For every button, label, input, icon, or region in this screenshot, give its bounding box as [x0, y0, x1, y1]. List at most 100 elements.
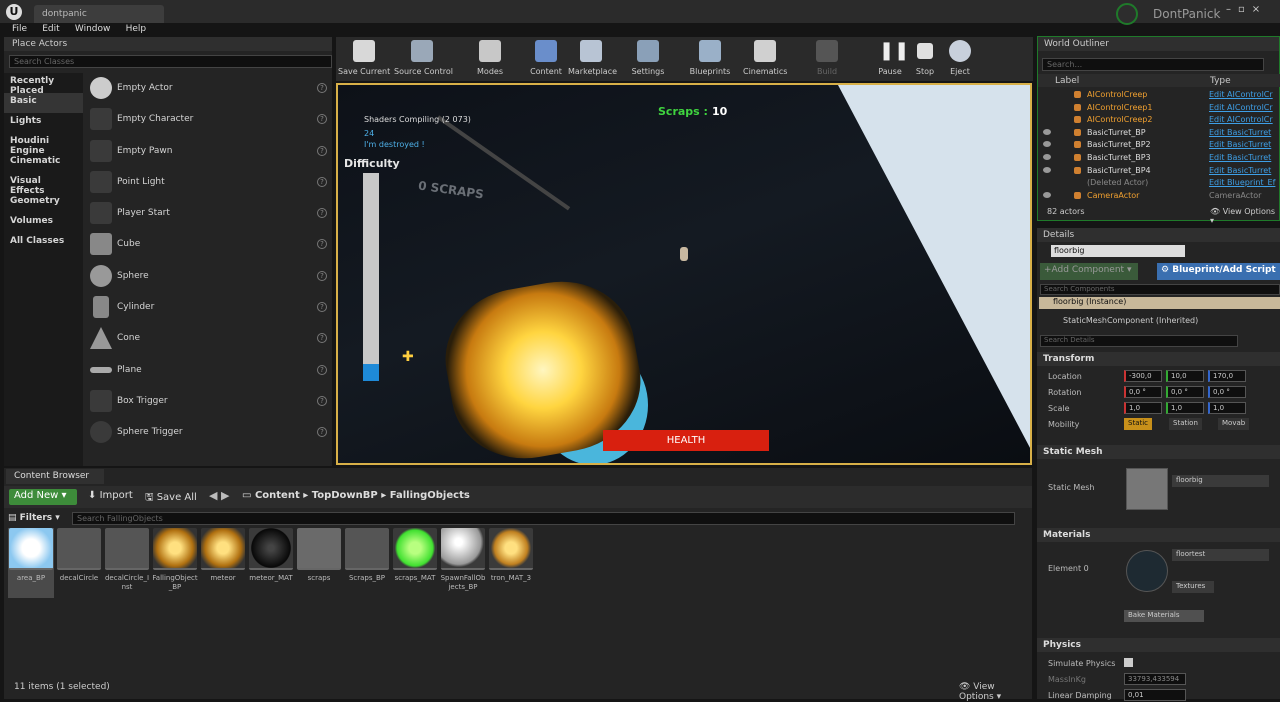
actor-item-point-light[interactable]: Point Light?: [87, 167, 332, 198]
linear-damping-input[interactable]: 0,01: [1124, 689, 1186, 701]
asset-tile[interactable]: tron_MAT_3: [488, 528, 534, 583]
actor-item-plane[interactable]: Plane?: [87, 355, 332, 386]
transform-section[interactable]: Transform: [1037, 352, 1280, 366]
help-icon[interactable]: ?: [317, 176, 327, 187]
blueprint-script-button[interactable]: ⚙ Blueprint/Add Script: [1157, 263, 1280, 280]
mesh-thumbnail[interactable]: [1126, 468, 1168, 510]
import-button[interactable]: ⬇ Import: [88, 490, 133, 501]
source-control-button[interactable]: Source Control: [394, 37, 453, 81]
actor-item-empty-character[interactable]: Empty Character?: [87, 104, 332, 135]
view-options-button[interactable]: 👁 View Options ▾: [959, 682, 1032, 702]
outliner-search-input[interactable]: Search...: [1042, 58, 1264, 71]
outliner-row[interactable]: BasicTurret_BP3 Edit BasicTurret: [1038, 152, 1280, 165]
user-profile[interactable]: DontPanick: [1116, 3, 1220, 25]
help-icon[interactable]: ?: [317, 208, 327, 219]
row-type-link[interactable]: Edit AIControlCr: [1209, 90, 1273, 99]
breadcrumb-fallingobjects[interactable]: FallingObjects: [390, 490, 470, 501]
asset-tile[interactable]: meteor_MAT: [248, 528, 294, 583]
menu-file[interactable]: File: [12, 24, 27, 34]
row-type-link[interactable]: Edit AIControlCr: [1209, 115, 1273, 124]
location-x[interactable]: -300,0: [1124, 370, 1162, 382]
outliner-row[interactable]: BasicTurret_BP4 Edit BasicTurret: [1038, 165, 1280, 178]
category-volumes[interactable]: Volumes: [4, 213, 83, 233]
game-viewport[interactable]: 0 SCRAPS ✚ Shaders Compiling (2 073) 24 …: [336, 83, 1032, 465]
outliner-row[interactable]: CameraActor CameraActor: [1038, 190, 1280, 203]
row-type-link[interactable]: Edit AIControlCr: [1209, 103, 1273, 112]
asset-tile[interactable]: scraps_MAT: [392, 528, 438, 583]
back-arrow-icon[interactable]: ◀: [209, 489, 217, 502]
location-y[interactable]: 10,0: [1166, 370, 1204, 382]
asset-tile[interactable]: SpawnFallObjects_BP: [440, 528, 486, 592]
asset-tile[interactable]: scraps: [296, 528, 342, 583]
help-icon[interactable]: ?: [317, 83, 327, 93]
rotation-x[interactable]: 0,0 °: [1124, 386, 1162, 398]
asset-search-input[interactable]: Search FallingObjects: [72, 512, 1015, 525]
asset-tile[interactable]: area_BP: [8, 528, 54, 598]
location-z[interactable]: 170,0: [1208, 370, 1246, 382]
visibility-eye-icon[interactable]: [1043, 128, 1051, 135]
modes-button[interactable]: Modes: [472, 37, 508, 81]
category-cinematic[interactable]: Cinematic: [4, 153, 83, 173]
add-new-button[interactable]: Add New ▾: [9, 489, 77, 505]
scale-z[interactable]: 1,0: [1208, 402, 1246, 414]
outliner-row[interactable]: (Deleted Actor) Edit Blueprint_Ef: [1038, 177, 1280, 190]
help-icon[interactable]: ?: [317, 239, 327, 250]
actor-item-empty-actor[interactable]: Empty Actor?: [87, 73, 332, 104]
help-icon[interactable]: ?: [317, 145, 327, 156]
scale-x[interactable]: 1,0: [1124, 402, 1162, 414]
asset-tile[interactable]: FallingObject_BP: [152, 528, 198, 592]
actor-item-player-start[interactable]: Player Start?: [87, 198, 332, 229]
menu-window[interactable]: Window: [75, 24, 111, 34]
mobility-movable[interactable]: Movab: [1218, 418, 1250, 430]
actor-item-cone[interactable]: Cone?: [87, 323, 332, 354]
menu-help[interactable]: Help: [126, 24, 147, 34]
stop-button[interactable]: Stop: [912, 37, 938, 81]
save-current-button[interactable]: Save Current: [338, 37, 390, 81]
marketplace-button[interactable]: Marketplace: [568, 37, 617, 81]
pause-button[interactable]: ❚❚ Pause: [876, 37, 909, 81]
eject-button[interactable]: Eject: [946, 37, 974, 81]
details-search-input[interactable]: Search Details: [1040, 335, 1238, 347]
outliner-row[interactable]: AIControlCreep1 Edit AIControlCr: [1038, 102, 1280, 115]
actor-item-cube[interactable]: Cube?: [87, 229, 332, 260]
content-button[interactable]: Content: [528, 37, 564, 81]
window-controls[interactable]: –▫×: [1226, 4, 1280, 18]
close-icon[interactable]: ×: [1252, 4, 1267, 15]
help-icon[interactable]: ?: [317, 270, 327, 281]
help-icon[interactable]: ?: [317, 114, 327, 125]
save-all-button[interactable]: 🖫 Save All: [145, 490, 197, 507]
rotation-y[interactable]: 0,0 °: [1166, 386, 1204, 398]
visibility-eye-icon[interactable]: [1043, 166, 1051, 173]
forward-arrow-icon[interactable]: ▶: [221, 489, 229, 502]
category-lights[interactable]: Lights: [4, 113, 83, 133]
rotation-z[interactable]: 0,0 °: [1208, 386, 1246, 398]
mass-input[interactable]: 33793,433594: [1124, 673, 1186, 685]
scale-label[interactable]: Scale: [1048, 404, 1070, 413]
asset-tile[interactable]: decalCircle: [56, 528, 102, 583]
actor-name-input[interactable]: floorbig: [1051, 245, 1185, 257]
outliner-row[interactable]: AIControlCreep Edit AIControlCr: [1038, 89, 1280, 102]
outliner-view-options[interactable]: 👁 View Options ▾: [1210, 207, 1279, 225]
class-search-input[interactable]: Search Classes: [9, 55, 332, 68]
asset-tile[interactable]: decalCircle_Inst: [104, 528, 150, 592]
textures-dropdown[interactable]: Textures: [1172, 581, 1214, 593]
static-mesh-dropdown[interactable]: floorbig: [1172, 475, 1269, 487]
physics-section[interactable]: Physics: [1037, 638, 1280, 652]
scale-y[interactable]: 1,0: [1166, 402, 1204, 414]
project-tab[interactable]: dontpanic: [34, 5, 164, 23]
material-thumbnail[interactable]: [1126, 550, 1168, 592]
content-browser-tab[interactable]: Content Browser: [6, 469, 104, 484]
visibility-eye-icon[interactable]: [1043, 153, 1051, 160]
visibility-eye-icon[interactable]: [1043, 191, 1051, 198]
asset-tile[interactable]: Scraps_BP: [344, 528, 390, 583]
blueprints-button[interactable]: Blueprints: [689, 37, 731, 81]
static-mesh-section[interactable]: Static Mesh: [1037, 445, 1280, 459]
material-dropdown[interactable]: floortest: [1172, 549, 1269, 561]
help-icon[interactable]: ?: [317, 333, 327, 344]
category-visual-effects[interactable]: Visual Effects: [4, 173, 83, 196]
category-houdini-engine[interactable]: Houdini Engine: [4, 133, 83, 156]
col-type[interactable]: Type: [1210, 76, 1231, 86]
actor-item-box-trigger[interactable]: Box Trigger?: [87, 386, 332, 417]
maximize-icon[interactable]: ▫: [1238, 4, 1252, 15]
help-icon[interactable]: ?: [317, 395, 327, 406]
